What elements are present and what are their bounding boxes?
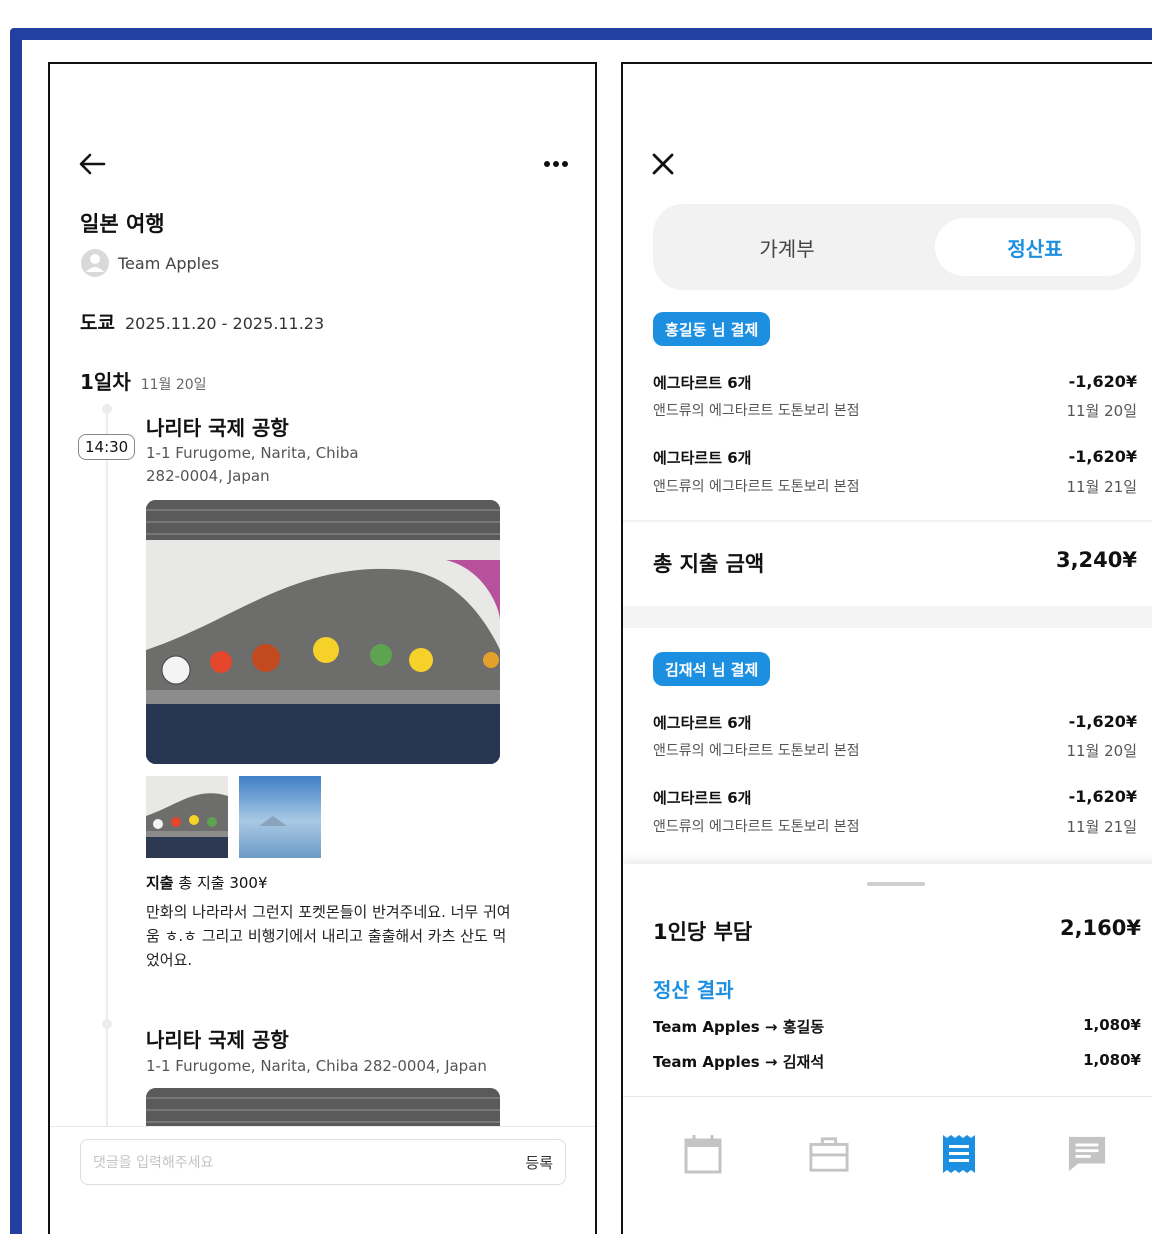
transaction-title: 에그타르트 6개 [653, 374, 752, 392]
sky-thumbnail-image [239, 776, 321, 858]
arrow-left-icon [79, 153, 106, 175]
photo-thumbnail[interactable] [239, 776, 321, 858]
comment-bar: 댓글을 입력해주세요 등록 [50, 1126, 595, 1234]
segmented-control: 가계부 정산표 [653, 204, 1141, 290]
transaction-date: 11월 20일 [1066, 402, 1137, 420]
expense-summary: 지출 총 지출 300¥ [146, 872, 268, 893]
day-date: 11월 20일 [140, 377, 207, 393]
transaction-store: 앤드류의 에그타르트 도톤보리 본점 [653, 403, 860, 419]
transaction-date: 11월 21일 [1066, 818, 1137, 836]
settlement-screen: 가계부 정산표 홍길동 님 결제 에그타르트 6개 앤드류의 에그타르트 도톤보… [621, 62, 1152, 1234]
settlement-result-amount: 1,080¥ [1083, 1016, 1141, 1034]
main-photo-partial[interactable] [146, 1088, 500, 1128]
city-row: 도쿄 2025.11.20 - 2025.11.23 [80, 308, 324, 335]
transaction-amount: -1,620¥ [1068, 712, 1137, 731]
sheet-drag-handle[interactable] [867, 882, 925, 886]
nav-settlement[interactable] [939, 1132, 979, 1176]
transaction-amount: -1,620¥ [1068, 447, 1137, 466]
place-title[interactable]: 나리타 국제 공항 [146, 1024, 289, 1053]
more-horizontal-icon [544, 161, 568, 167]
settlement-result-name: Team Apples → 홍길동 [653, 1018, 825, 1036]
transaction-amount: -1,620¥ [1068, 372, 1137, 391]
more-button[interactable] [538, 150, 574, 178]
nav-chat[interactable] [1067, 1132, 1107, 1176]
settlement-result-title: 정산 결과 [653, 978, 734, 1002]
total-value: 3,240¥ [1055, 548, 1137, 572]
timeline-dot [102, 1019, 112, 1029]
divider [623, 1096, 1152, 1097]
transaction-date: 11월 21일 [1066, 478, 1137, 496]
total-label: 총 지출 금액 [653, 552, 765, 576]
settlement-result-name: Team Apples → 김재석 [653, 1053, 825, 1071]
transaction-title: 에그타르트 6개 [653, 449, 752, 467]
main-photo[interactable] [146, 500, 500, 764]
team-name: Team Apples [118, 253, 220, 273]
transaction-store: 앤드류의 에그타르트 도톤보리 본점 [653, 743, 860, 759]
transaction-title: 에그타르트 6개 [653, 789, 752, 807]
transaction-store: 앤드류의 에그타르트 도톤보리 본점 [653, 479, 860, 495]
place-address: 1-1 Furugome, Narita, Chiba 282-0004, Ja… [146, 1057, 487, 1075]
mural-thumbnail-image [146, 776, 228, 858]
payer-badge: 김재석 님 결제 [653, 652, 771, 686]
city-name: 도쿄 [80, 312, 115, 334]
chat-icon [1068, 1136, 1106, 1172]
place-title[interactable]: 나리타 국제 공항 [146, 412, 289, 441]
expense-total: 총 지출 300¥ [178, 874, 268, 892]
per-person-label: 1인당 부담 [653, 920, 753, 944]
team-row[interactable]: Team Apples [80, 248, 219, 278]
section-divider [623, 606, 1152, 628]
comment-input[interactable]: 댓글을 입력해주세요 등록 [80, 1139, 566, 1185]
pokemon-mural-image [146, 500, 500, 764]
transaction-amount: -1,620¥ [1068, 787, 1137, 806]
trip-detail-screen: 일본 여행 Team Apples 도쿄 2025.11.20 - 2025.1… [48, 62, 597, 1234]
transaction-date: 11월 20일 [1066, 742, 1137, 760]
nav-trips[interactable] [809, 1132, 849, 1176]
time-badge: 14:30 [78, 434, 136, 460]
receipt-icon [943, 1135, 975, 1173]
nav-calendar[interactable] [683, 1132, 723, 1176]
trip-date-range: 2025.11.20 - 2025.11.23 [124, 314, 325, 333]
comment-placeholder: 댓글을 입력해주세요 [93, 1155, 214, 1171]
close-icon [652, 153, 674, 175]
place-address-line1: 1-1 Furugome, Narita, Chiba [146, 444, 359, 462]
settlement-result-amount: 1,080¥ [1083, 1051, 1141, 1069]
photo-thumbnail[interactable] [146, 776, 228, 858]
tab-ledger[interactable]: 가계부 [687, 218, 887, 276]
day-label: 1일차 [80, 370, 131, 394]
summary-bottom-sheet: 1인당 부담 2,160¥ 정산 결과 Team Apples → 홍길동 1,… [623, 864, 1152, 1234]
payer-badge: 홍길동 님 결제 [653, 312, 771, 346]
day-header: 1일차 11월 20일 [80, 366, 207, 395]
comment-submit-button[interactable]: 등록 [525, 1152, 553, 1173]
divider [623, 520, 1152, 522]
transaction-title: 에그타르트 6개 [653, 714, 752, 732]
briefcase-icon [809, 1137, 849, 1172]
timeline-dot [102, 404, 112, 414]
user-avatar-icon [81, 249, 109, 277]
per-person-value: 2,160¥ [1059, 916, 1141, 940]
memo-text: 만화의 나라라서 그런지 포켓몬들이 반겨주네요. 너무 귀여움 ㅎ.ㅎ 그리고… [146, 903, 511, 969]
back-button[interactable] [76, 150, 108, 178]
close-button[interactable] [647, 150, 679, 178]
place-address-line2: 282-0004, Japan [146, 467, 270, 485]
mural-partial-image [146, 1088, 500, 1128]
transaction-store: 앤드류의 에그타르트 도톤보리 본점 [653, 819, 860, 835]
tab-settlement[interactable]: 정산표 [935, 218, 1135, 276]
expense-label: 지출 [146, 874, 174, 892]
calendar-icon [684, 1135, 722, 1174]
trip-title: 일본 여행 [80, 212, 165, 236]
